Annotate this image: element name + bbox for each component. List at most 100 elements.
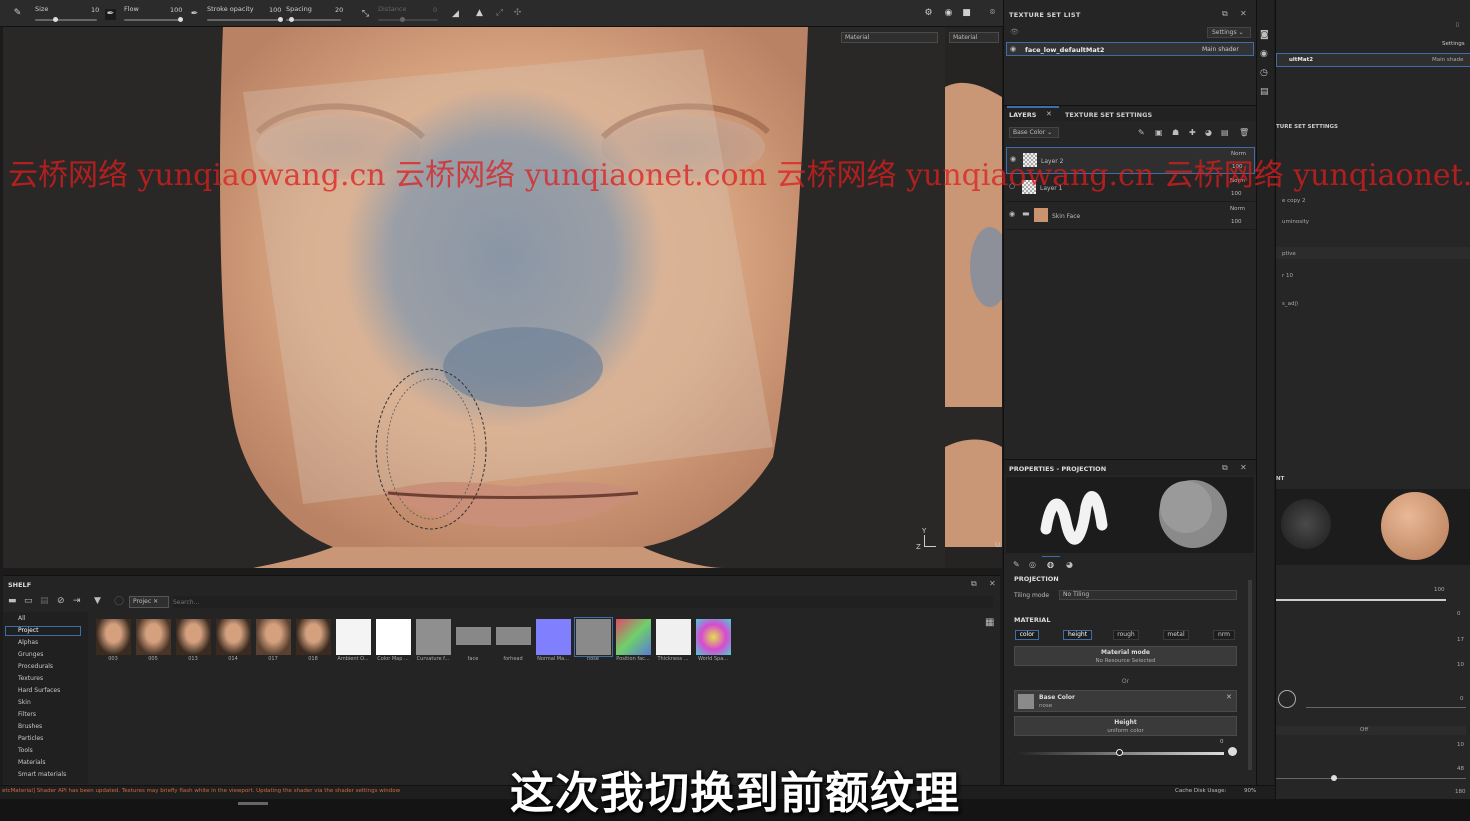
properties-close-icon[interactable]: ✕ xyxy=(1240,463,1247,472)
category-skin[interactable]: Skin xyxy=(18,699,31,706)
category-project[interactable]: Project xyxy=(18,627,39,634)
render-icon[interactable]: ◉ xyxy=(943,8,954,19)
shader-select[interactable]: Main shader xyxy=(1202,46,1239,53)
new-folder-icon[interactable]: ▭ xyxy=(24,596,33,606)
filter-icon[interactable]: ▼ xyxy=(94,596,101,606)
shelf-item[interactable] xyxy=(416,619,451,655)
layer-eye-icon[interactable]: ◉ xyxy=(1009,210,1015,218)
category-filters[interactable]: Filters xyxy=(18,711,36,718)
brush-settings-icon[interactable]: ✎ xyxy=(12,8,23,19)
channel-color-button[interactable]: color xyxy=(1015,630,1039,640)
category-grunges[interactable]: Grunges xyxy=(18,651,43,658)
add-folder-icon[interactable]: ▤ xyxy=(1221,128,1229,137)
height-slider-knob[interactable] xyxy=(1116,749,1123,756)
display-settings-icon[interactable]: ◉ xyxy=(1260,49,1268,59)
material-mode-box[interactable]: Material mode No Resource Selected xyxy=(1014,646,1237,666)
base-color-swatch[interactable] xyxy=(1018,694,1034,709)
properties-float-icon[interactable]: ⧉ xyxy=(1222,463,1228,473)
spacing-slider-knob[interactable] xyxy=(289,17,294,22)
add-fill-layer-icon[interactable]: ☗ xyxy=(1172,128,1179,137)
category-procedurals[interactable]: Procedurals xyxy=(18,663,53,670)
hide-icon[interactable]: ⊘ xyxy=(57,596,65,606)
add-mask-icon[interactable]: ▣ xyxy=(1155,128,1163,137)
toggle-icon[interactable]: ◯ xyxy=(114,596,124,606)
shelf-item[interactable] xyxy=(96,619,131,655)
flow-pen-pressure-icon[interactable]: ✒ xyxy=(189,9,200,20)
size-space-icon[interactable]: ✣ xyxy=(512,8,523,19)
settings-dropdown[interactable]: Settings ⌄ xyxy=(1207,27,1251,38)
channel-height-button[interactable]: height xyxy=(1063,630,1092,640)
shelf-item[interactable] xyxy=(696,619,731,655)
height-slot[interactable]: Height uniform color xyxy=(1014,716,1237,736)
stroke-opacity-slider-knob[interactable] xyxy=(278,17,283,22)
category-all[interactable]: All xyxy=(18,615,25,622)
channel-rough-button[interactable]: rough xyxy=(1113,630,1139,640)
backface-icon[interactable]: ⤢ xyxy=(494,8,505,19)
shelf-item[interactable] xyxy=(256,619,291,655)
shelf-item[interactable] xyxy=(136,619,171,655)
category-hard-surfaces[interactable]: Hard Surfaces xyxy=(18,687,60,694)
flow-value[interactable]: 100 xyxy=(170,6,182,14)
history-icon[interactable]: ◷ xyxy=(1260,68,1268,78)
shelf-close-icon[interactable]: ✕ xyxy=(989,579,996,588)
delete-layer-icon[interactable]: 🗑 xyxy=(1239,128,1249,137)
eye-toggle-icon[interactable]: 👁 xyxy=(1010,28,1019,36)
base-color-slot[interactable]: Base Color nose ✕ xyxy=(1014,690,1237,712)
category-textures[interactable]: Textures xyxy=(18,675,43,682)
height-color-picker-icon[interactable] xyxy=(1228,747,1237,756)
size-value[interactable]: 10 xyxy=(91,6,99,14)
size-slider[interactable] xyxy=(35,19,97,21)
shelf-item[interactable] xyxy=(616,619,651,655)
category-particles[interactable]: Particles xyxy=(18,735,43,742)
log-icon[interactable]: ▤ xyxy=(1260,87,1269,97)
channel-metal-button[interactable]: metal xyxy=(1163,630,1189,640)
shelf-float-icon[interactable]: ⧉ xyxy=(971,579,977,589)
shelf-item-selected[interactable] xyxy=(574,617,613,657)
3d-viewport[interactable]: Material Y Z xyxy=(3,27,945,568)
layer-row[interactable]: ◉ ▬ Skin Face Norm 100 xyxy=(1006,203,1255,230)
shelf-item[interactable] xyxy=(296,619,331,655)
visibility-eye-icon[interactable]: ◉ xyxy=(1010,45,1016,53)
grid-view-icon[interactable]: ▦ xyxy=(985,617,994,628)
material-tab-icon[interactable]: ◕ xyxy=(1066,560,1073,569)
layer-opacity[interactable]: 100 xyxy=(1231,219,1242,225)
spacing-slider[interactable] xyxy=(286,19,341,21)
stroke-opacity-slider[interactable] xyxy=(207,19,282,21)
screenshot-icon[interactable]: ⌾ xyxy=(987,8,998,19)
flow-slider[interactable] xyxy=(124,19,181,21)
shelf-item[interactable] xyxy=(536,619,571,655)
category-tools[interactable]: Tools xyxy=(18,747,33,754)
lazy-mouse-icon[interactable]: ⤡ xyxy=(360,9,371,20)
camera-icon[interactable]: ■ xyxy=(961,8,972,19)
distance-value[interactable]: 0 xyxy=(433,6,437,14)
stroke-opacity-value[interactable]: 100 xyxy=(269,6,281,14)
shelf-item[interactable] xyxy=(656,619,691,655)
shelf-item[interactable] xyxy=(336,619,371,655)
filter-tag[interactable]: Projec ✕ xyxy=(129,596,169,608)
shelf-item[interactable] xyxy=(376,619,411,655)
tab-texture-set-settings[interactable]: TEXTURE SET SETTINGS xyxy=(1065,111,1152,119)
spacing-value[interactable]: 20 xyxy=(335,6,343,14)
viewport-material-select[interactable]: Material xyxy=(841,32,938,43)
add-effect-icon[interactable]: ✎ xyxy=(1138,128,1145,137)
texture-set-row[interactable]: ◉ face_low_defaultMat2 Main shader xyxy=(1006,42,1254,56)
tab-close-icon[interactable]: ✕ xyxy=(1046,110,1052,118)
panel-close-icon[interactable]: ✕ xyxy=(1240,9,1247,18)
brush-tab-icon[interactable]: ✎ xyxy=(1013,560,1020,569)
2d-uv-viewport[interactable]: Material U xyxy=(945,27,1002,568)
smart-material-icon[interactable]: ◕ xyxy=(1205,128,1212,137)
display-settings-icon[interactable]: ⚙ xyxy=(923,8,934,19)
size-pen-pressure-icon[interactable]: ✒ xyxy=(105,9,116,20)
shelf-search-input[interactable] xyxy=(173,596,993,608)
add-layer-icon[interactable]: ✚ xyxy=(1189,128,1196,137)
panel-float-icon[interactable]: ⧉ xyxy=(1222,9,1228,19)
category-brushes[interactable]: Brushes xyxy=(18,723,42,730)
size-slider-knob[interactable] xyxy=(53,17,58,22)
projection-tab-icon[interactable]: ◍ xyxy=(1047,560,1054,569)
channel-select[interactable]: Base Color ⌄ xyxy=(1009,127,1059,138)
save-icon[interactable]: ▤ xyxy=(40,596,49,606)
shelf-item[interactable] xyxy=(216,619,251,655)
texture-set-list-icon[interactable]: ◙ xyxy=(1260,30,1269,40)
flow-slider-knob[interactable] xyxy=(178,17,183,22)
import-icon[interactable]: ⇥ xyxy=(73,596,81,606)
